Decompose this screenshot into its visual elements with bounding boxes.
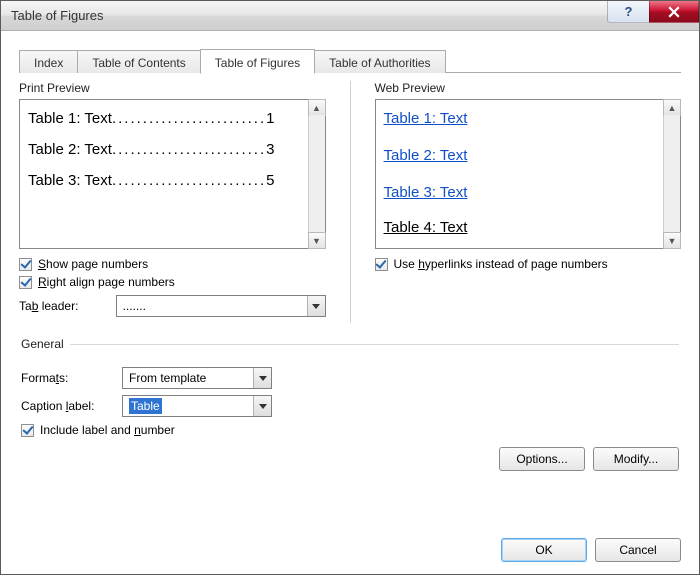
print-preview-content: Table 1: Text.........................1 … [20, 100, 308, 248]
print-preview-col: Print Preview Table 1: Text.............… [19, 81, 326, 323]
caption-label-row: Caption label: Table [21, 395, 679, 417]
right-align-label: Right align page numbers [38, 275, 175, 289]
chevron-down-icon[interactable] [253, 396, 271, 416]
web-link: Table 3: Text [384, 184, 468, 201]
tab-leader-row: Tab leader: ....... [19, 295, 326, 317]
show-page-numbers-row[interactable]: Show page numbers [19, 257, 326, 271]
print-row: Table 1: Text.........................1 [28, 110, 300, 127]
web-preview-scrollbar[interactable]: ▲ ▼ [663, 100, 680, 248]
right-align-row[interactable]: Right align page numbers [19, 275, 326, 289]
scroll-track[interactable] [664, 115, 680, 233]
print-row-text: Table 3: Text [28, 172, 112, 189]
dialog-body: Index Table of Contents Table of Figures… [1, 31, 699, 574]
tab-index[interactable]: Index [19, 50, 78, 73]
close-icon [668, 6, 680, 18]
print-row-page: 1 [266, 110, 274, 127]
include-label-label: Include label and number [40, 423, 175, 437]
titlebar-buttons: ? [607, 1, 699, 30]
caption-label-value: Table [123, 399, 253, 413]
web-link: Table 1: Text [384, 110, 468, 127]
chevron-down-icon[interactable] [253, 368, 271, 388]
options-button[interactable]: Options... [499, 447, 585, 471]
scroll-up-button[interactable]: ▲ [663, 99, 681, 116]
show-page-numbers-checkbox[interactable] [19, 258, 32, 271]
general-actions: Options... Modify... [21, 447, 679, 471]
right-align-checkbox[interactable] [19, 276, 32, 289]
formats-value: From template [123, 371, 253, 385]
leader-dots: ......................... [112, 172, 266, 189]
tab-leader-combo[interactable]: ....... [116, 295, 326, 317]
leader-dots: ......................... [112, 141, 266, 158]
caption-label-combo[interactable]: Table [122, 395, 272, 417]
close-button[interactable] [649, 1, 699, 23]
use-hyperlinks-label: Use hyperlinks instead of page numbers [394, 257, 608, 271]
caption-label-label: Caption label: [21, 399, 116, 413]
scroll-up-button[interactable]: ▲ [308, 99, 326, 116]
tabstrip: Index Table of Contents Table of Figures… [19, 49, 681, 73]
formats-combo[interactable]: From template [122, 367, 272, 389]
scroll-down-button[interactable]: ▼ [308, 232, 326, 249]
print-row-page: 5 [266, 172, 274, 189]
use-hyperlinks-checkbox[interactable] [375, 258, 388, 271]
general-legend: General [21, 337, 70, 351]
print-row: Table 2: Text.........................3 [28, 141, 300, 158]
ok-button[interactable]: OK [501, 538, 587, 562]
vertical-divider [350, 81, 351, 323]
web-link: Table 2: Text [384, 147, 468, 164]
print-options: Show page numbers Right align page numbe… [19, 257, 326, 317]
tab-table-of-figures[interactable]: Table of Figures [200, 49, 315, 74]
general-group: General Formats: From template Caption l… [21, 337, 679, 471]
formats-label: Formats: [21, 371, 116, 385]
include-label-checkbox[interactable] [21, 424, 34, 437]
formats-row: Formats: From template [21, 367, 679, 389]
print-row-text: Table 2: Text [28, 141, 112, 158]
tab-leader-value: ....... [117, 299, 307, 313]
cancel-button[interactable]: Cancel [595, 538, 681, 562]
web-options: Use hyperlinks instead of page numbers [375, 257, 682, 271]
print-row: Table 3: Text.........................5 [28, 172, 300, 189]
print-row-text: Table 1: Text [28, 110, 112, 127]
include-label-row[interactable]: Include label and number [21, 423, 679, 437]
help-button[interactable]: ? [607, 1, 649, 23]
modify-button[interactable]: Modify... [593, 447, 679, 471]
web-preview-label: Web Preview [375, 81, 682, 95]
web-preview-box: Table 1: Text Table 2: Text Table 3: Tex… [375, 99, 682, 249]
dialog-footer: OK Cancel [19, 530, 681, 562]
print-row-page: 3 [266, 141, 274, 158]
dialog-window: Table of Figures ? Index Table of Conten… [0, 0, 700, 575]
show-page-numbers-label: Show page numbers [38, 257, 148, 271]
web-preview-content: Table 1: Text Table 2: Text Table 3: Tex… [376, 100, 664, 248]
print-preview-box: Table 1: Text.........................1 … [19, 99, 326, 249]
preview-row: Print Preview Table 1: Text.............… [19, 81, 681, 323]
web-link: Table 4: Text [384, 219, 468, 236]
web-preview-col: Web Preview Table 1: Text Table 2: Text … [375, 81, 682, 323]
leader-dots: ......................... [112, 110, 266, 127]
print-preview-label: Print Preview [19, 81, 326, 95]
chevron-down-icon[interactable] [307, 296, 325, 316]
use-hyperlinks-row[interactable]: Use hyperlinks instead of page numbers [375, 257, 682, 271]
tab-table-of-authorities[interactable]: Table of Authorities [314, 50, 445, 73]
titlebar[interactable]: Table of Figures ? [1, 1, 699, 31]
print-preview-scrollbar[interactable]: ▲ ▼ [308, 100, 325, 248]
scroll-down-button[interactable]: ▼ [663, 232, 681, 249]
tab-body: Print Preview Table 1: Text.............… [19, 73, 681, 562]
tab-leader-label: Tab leader: [19, 299, 110, 313]
dialog-title: Table of Figures [11, 8, 607, 23]
tab-table-of-contents[interactable]: Table of Contents [77, 50, 200, 73]
scroll-track[interactable] [309, 115, 325, 233]
